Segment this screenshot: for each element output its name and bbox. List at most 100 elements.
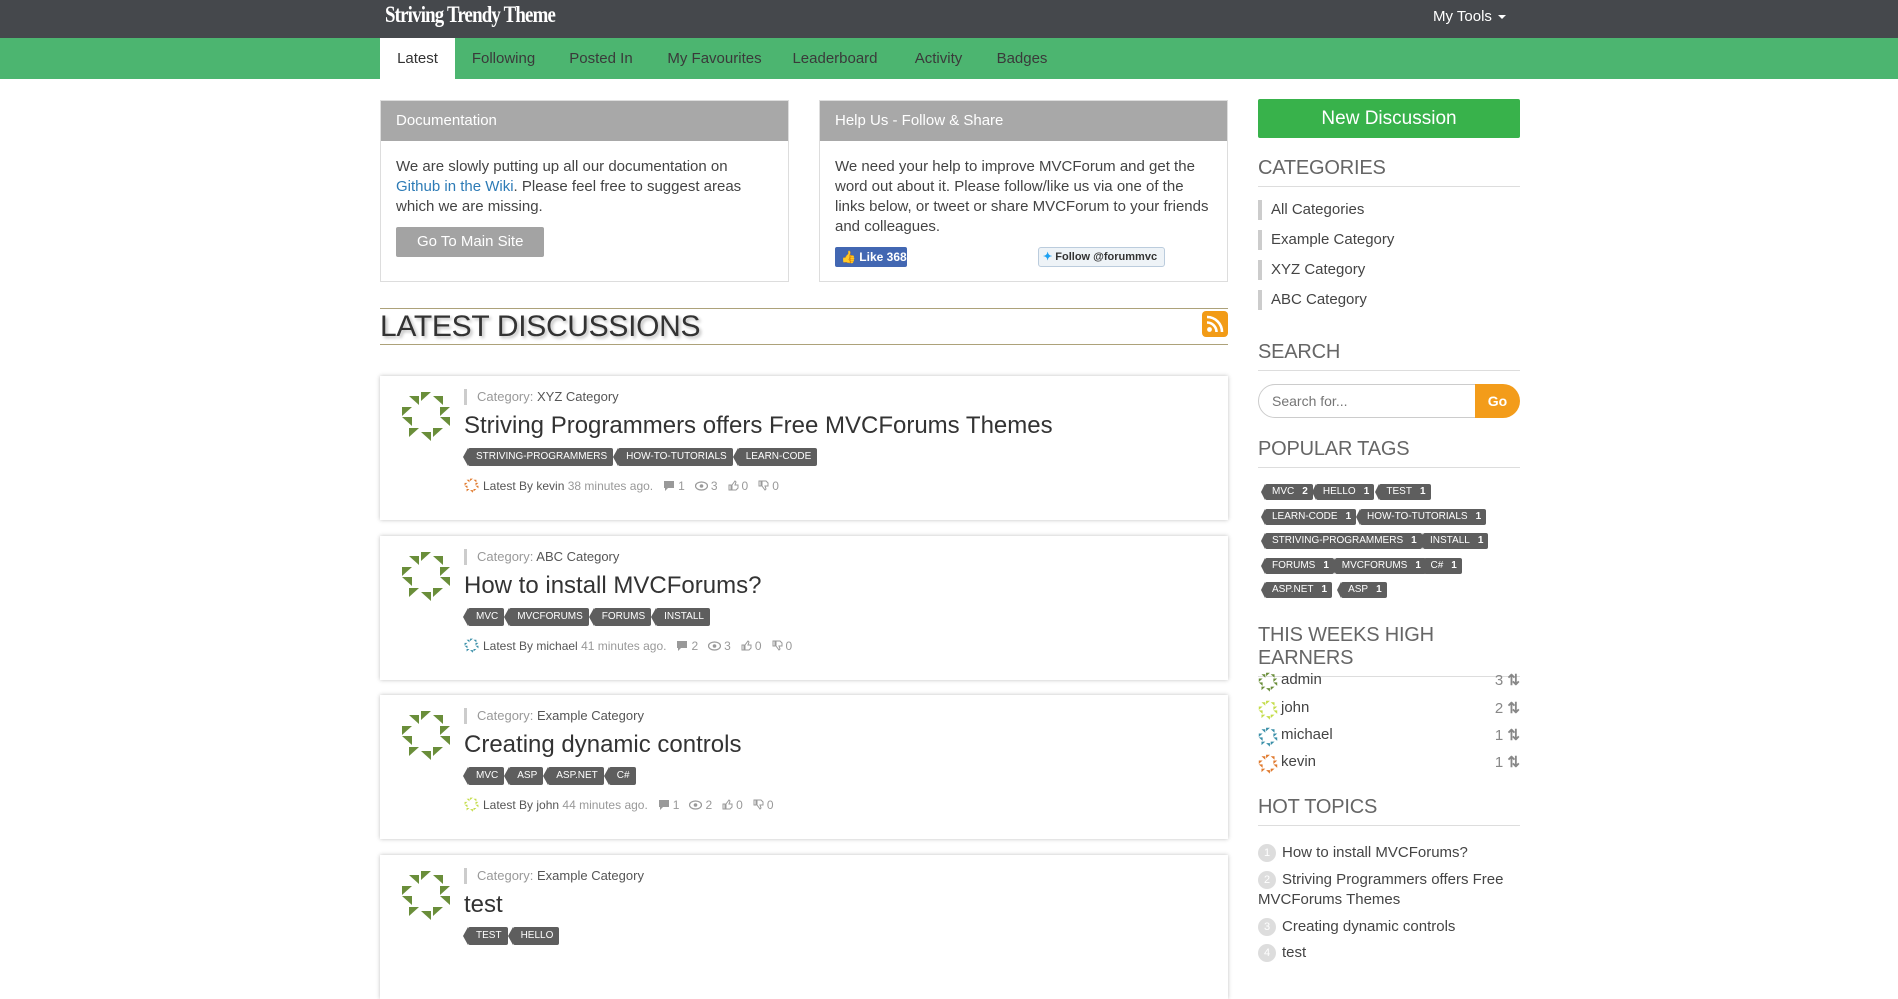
tab-posted-in[interactable]: Posted In <box>552 38 650 79</box>
discussion-title[interactable]: Creating dynamic controls <box>464 731 741 759</box>
latest-author-avatar[interactable] <box>464 797 479 812</box>
discussion-card: Category: ABC Category How to install MVC… <box>380 536 1228 680</box>
tab-activity[interactable]: Activity <box>891 38 986 79</box>
earner-row[interactable]: admin 3 ⇅ <box>1258 670 1520 692</box>
popular-tag[interactable]: MVCFORUMS 1 <box>1330 558 1426 574</box>
topic-tag[interactable]: ASP <box>504 767 544 785</box>
main-nav: Latest Following Posted In My Favourites… <box>0 38 1898 79</box>
latest-author-name[interactable]: kevin <box>536 479 564 493</box>
tab-following[interactable]: Following <box>455 38 552 79</box>
starter-avatar[interactable] <box>400 709 452 761</box>
category-link[interactable]: XYZ Category <box>537 389 619 404</box>
topic-tag[interactable]: MVC <box>462 608 505 626</box>
topic-tag[interactable]: HELLO <box>507 927 560 945</box>
popular-tag[interactable]: LEARN-CODE 1 <box>1260 509 1357 525</box>
downvote-count[interactable]: 0 <box>753 798 774 812</box>
latest-by-prefix: Latest By <box>483 478 534 493</box>
earner-points: 3 ⇅ <box>1494 672 1520 689</box>
tab-badges[interactable]: Badges <box>986 38 1058 79</box>
popular-tag[interactable]: HELLO 1 <box>1311 484 1375 500</box>
latest-author-avatar[interactable] <box>464 638 479 653</box>
popular-tag[interactable]: TEST 1 <box>1375 484 1431 500</box>
starter-avatar[interactable] <box>400 550 452 602</box>
earner-avatar[interactable] <box>1258 672 1278 692</box>
starter-avatar[interactable] <box>400 390 452 442</box>
latest-author-avatar[interactable] <box>464 478 479 493</box>
popular-tag[interactable]: STRIVING-PROGRAMMERS 1 <box>1261 533 1422 549</box>
site-logo[interactable]: Striving Trendy Theme <box>385 2 556 28</box>
comment-count: 1 <box>663 479 685 493</box>
earner-row[interactable]: john 2 ⇅ <box>1258 698 1520 720</box>
earner-avatar[interactable] <box>1258 754 1278 774</box>
tab-latest[interactable]: Latest <box>380 38 455 79</box>
category-link[interactable]: Example Category <box>537 868 644 883</box>
downvote-count[interactable]: 0 <box>772 639 792 653</box>
topic-tag[interactable]: TEST <box>463 927 508 945</box>
github-wiki-link[interactable]: Github in the Wiki <box>396 178 514 195</box>
category-xyz[interactable]: XYZ Category <box>1258 260 1365 280</box>
earner-points: 2 ⇅ <box>1494 700 1520 717</box>
latest-author-name[interactable]: michael <box>536 639 577 653</box>
downvote-count[interactable]: 0 <box>758 479 779 493</box>
category-link[interactable]: Example Category <box>537 708 644 723</box>
topic-tag[interactable]: MVCFORUMS <box>504 608 589 626</box>
earner-name[interactable]: kevin <box>1281 753 1316 770</box>
discussion-title[interactable]: Striving Programmers offers Free MVCForu… <box>464 412 1053 440</box>
hot-topic-number: 3 <box>1258 918 1276 937</box>
search-input[interactable] <box>1258 384 1480 418</box>
topic-tag[interactable]: ASP.NET <box>543 767 604 785</box>
rss-feed-icon[interactable] <box>1202 311 1228 337</box>
my-tools-dropdown[interactable]: My Tools <box>1433 8 1506 25</box>
latest-author-name[interactable]: john <box>536 798 559 812</box>
popular-tag[interactable]: MVC 2 <box>1261 484 1313 500</box>
earner-name[interactable]: admin <box>1281 671 1322 688</box>
hot-topic-item[interactable]: 2 Striving Programmers offers Free MVCFor… <box>1258 870 1520 910</box>
topic-tag[interactable]: MVC <box>462 767 505 785</box>
earner-name[interactable]: john <box>1281 699 1309 716</box>
popular-tag[interactable]: ASP 1 <box>1337 582 1387 598</box>
discussion-title[interactable]: test <box>464 891 503 919</box>
earner-row[interactable]: kevin 1 ⇅ <box>1258 752 1520 774</box>
discussion-title[interactable]: How to install MVCForums? <box>464 572 761 600</box>
upvote-count[interactable]: 0 <box>728 479 748 493</box>
category-all[interactable]: All Categories <box>1258 200 1364 220</box>
popular-tag[interactable]: ASP.NET 1 <box>1260 582 1333 598</box>
go-to-main-site-button[interactable]: Go To Main Site <box>396 227 545 257</box>
search-go-button[interactable]: Go <box>1475 384 1520 418</box>
new-discussion-button[interactable]: New Discussion <box>1258 99 1520 138</box>
hot-topic-item[interactable]: 4 test <box>1258 943 1520 963</box>
tab-leaderboard[interactable]: Leaderboard <box>779 38 891 79</box>
upvote-count[interactable]: 0 <box>722 798 743 812</box>
topic-tag[interactable]: HOW-TO-TUTORIALS <box>613 448 733 466</box>
discussion-card: Category: Example Category Creating dynam… <box>380 695 1228 839</box>
earner-row[interactable]: michael 1 ⇅ <box>1258 725 1520 747</box>
search-heading: SEARCH <box>1258 341 1520 371</box>
category-example[interactable]: Example Category <box>1258 230 1394 250</box>
starter-avatar[interactable] <box>400 869 452 921</box>
popular-tag[interactable]: HOW-TO-TUTORIALS 1 <box>1355 509 1487 525</box>
twitter-follow-button[interactable]: ✦ Follow @forummvc <box>1038 247 1165 267</box>
earner-avatar[interactable] <box>1258 727 1278 747</box>
popular-tag[interactable]: C# 1 <box>1419 558 1462 574</box>
thumbs-up-icon <box>728 480 738 491</box>
help-panel: Help Us - Follow & Share We need your he… <box>819 100 1228 282</box>
discussion-card: Category: XYZ Category Striving Programme… <box>380 376 1228 520</box>
topic-tag[interactable]: C# <box>603 767 636 785</box>
tab-my-favourites[interactable]: My Favourites <box>650 38 779 79</box>
popular-tag[interactable]: INSTALL 1 <box>1418 533 1489 549</box>
topic-tag[interactable]: FORUMS <box>588 608 652 626</box>
hot-topic-item[interactable]: 1 How to install MVCForums? <box>1258 843 1520 863</box>
topic-tag[interactable]: INSTALL <box>651 608 710 626</box>
popular-tag[interactable]: FORUMS 1 <box>1261 558 1334 574</box>
earner-avatar[interactable] <box>1258 700 1278 720</box>
earner-name[interactable]: michael <box>1281 726 1333 743</box>
topic-tag[interactable]: STRIVING-PROGRAMMERS <box>462 448 614 466</box>
category-abc[interactable]: ABC Category <box>1258 290 1367 310</box>
tag-list: TEST HELLO <box>463 927 560 945</box>
topic-tag[interactable]: LEARN-CODE <box>732 448 818 466</box>
category-link[interactable]: ABC Category <box>536 549 619 564</box>
facebook-like-button[interactable]: 👍 Like 368 <box>835 247 907 267</box>
hot-topic-item[interactable]: 3 Creating dynamic controls <box>1258 917 1520 937</box>
view-count: 2 <box>689 798 712 812</box>
upvote-count[interactable]: 0 <box>741 639 762 653</box>
